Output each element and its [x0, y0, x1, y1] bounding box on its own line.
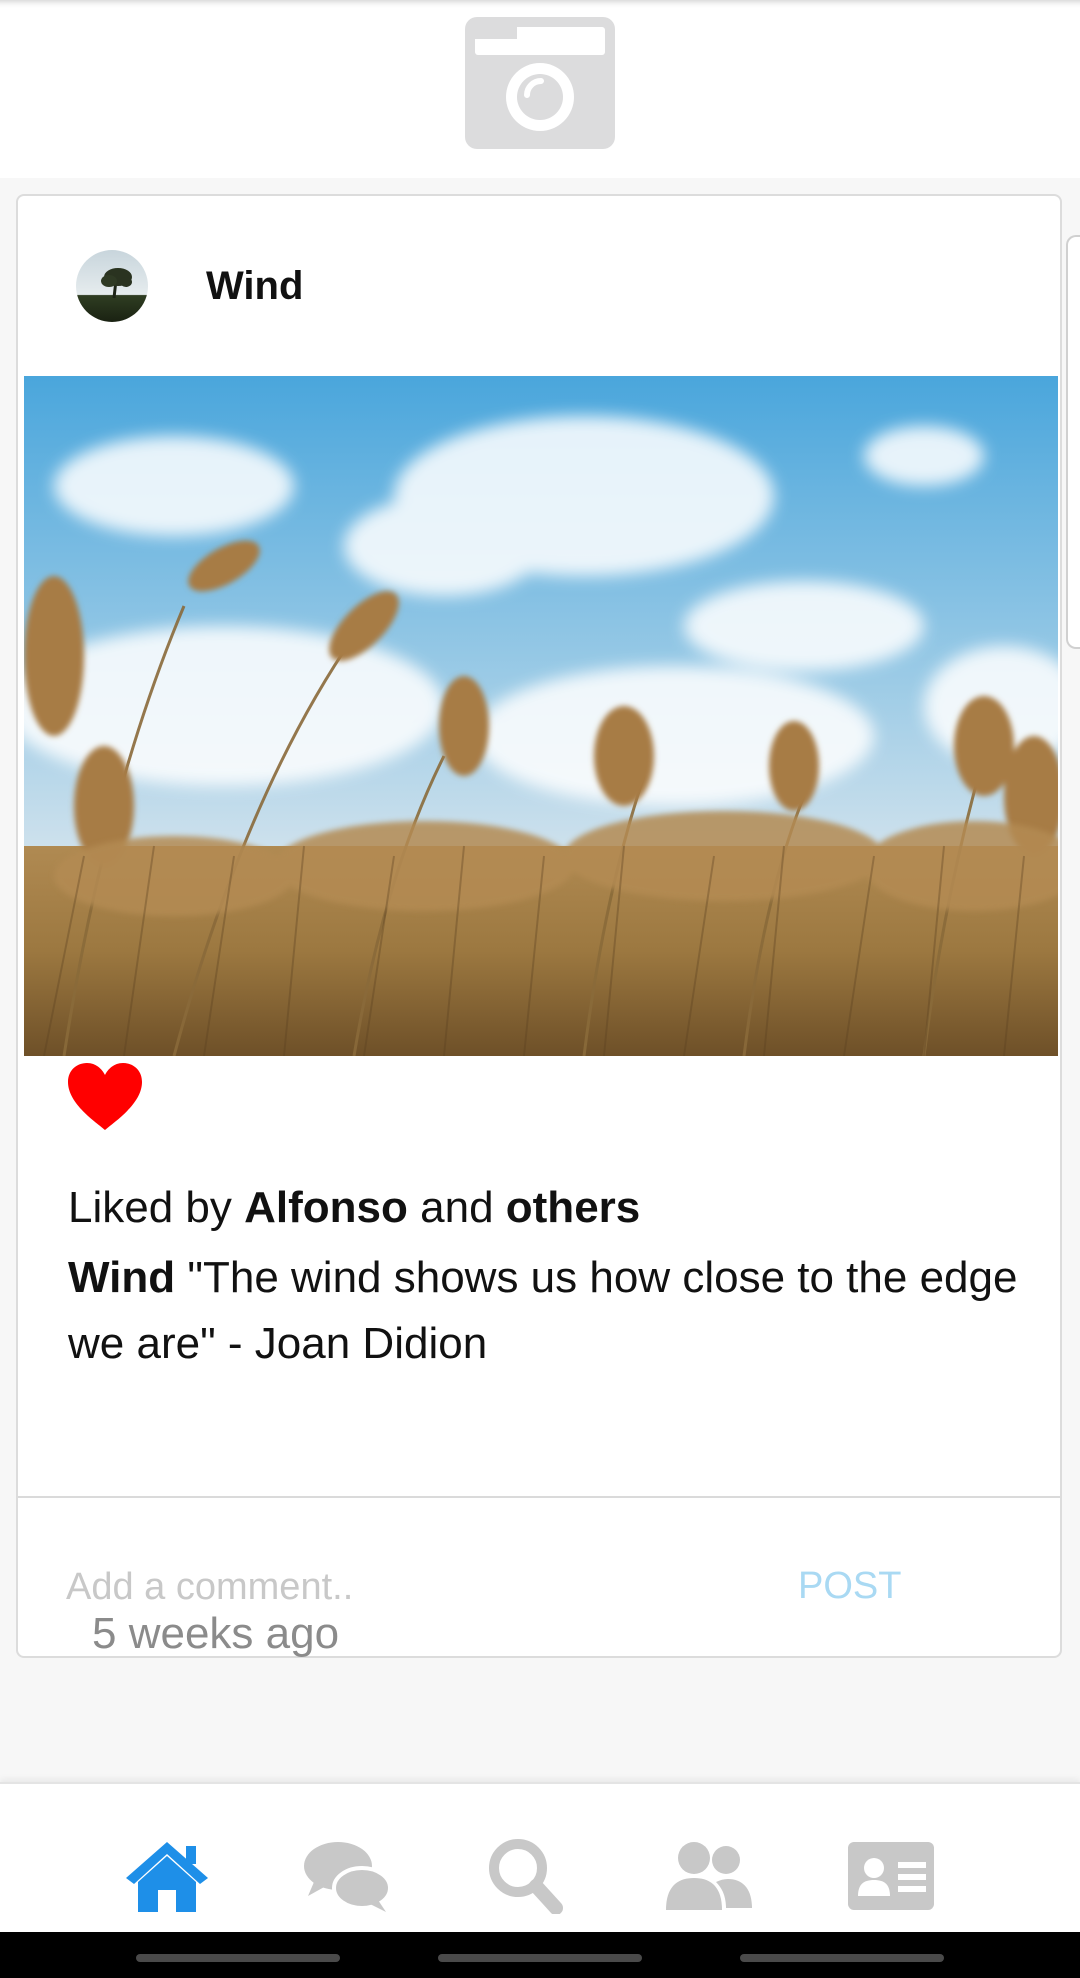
comment-divider	[18, 1496, 1060, 1498]
post-caption: Wind "The wind shows us how close to the…	[68, 1245, 1018, 1377]
caption-text: "The wind shows us how close to the edge…	[68, 1253, 1018, 1368]
post-image[interactable]	[24, 376, 1058, 1056]
liked-by-user[interactable]: Alfonso	[244, 1183, 408, 1232]
tree-avatar	[76, 250, 148, 322]
likes-summary: Liked by Alfonso and others	[68, 1178, 640, 1238]
home-icon[interactable]	[122, 1838, 212, 1914]
system-nav-handle-right[interactable]	[740, 1954, 944, 1962]
system-nav-handle-left[interactable]	[136, 1954, 340, 1962]
likes-and: and	[420, 1183, 494, 1232]
camera-icon[interactable]	[465, 17, 615, 149]
users-icon[interactable]	[664, 1838, 754, 1914]
wind-reeds-photo	[24, 376, 1058, 1056]
system-nav-handle-center[interactable]	[438, 1954, 642, 1962]
post-comment-button[interactable]: POST	[798, 1556, 901, 1616]
comment-input[interactable]	[66, 1552, 746, 1622]
liked-by-others[interactable]: others	[506, 1183, 640, 1232]
bottom-navigation	[0, 1782, 1080, 1934]
likes-prefix: Liked by	[68, 1183, 232, 1232]
side-tab[interactable]	[1066, 235, 1080, 649]
chat-icon[interactable]	[302, 1838, 392, 1914]
top-bar	[0, 0, 1080, 178]
author-name[interactable]: Wind	[206, 258, 303, 314]
post-card: Wind Liked by Alfonso and others Wind "T…	[16, 194, 1062, 1658]
heart-icon[interactable]	[66, 1062, 144, 1132]
system-navigation-bar	[0, 1932, 1080, 1978]
search-icon[interactable]	[482, 1838, 572, 1914]
profile-card-icon[interactable]	[846, 1838, 936, 1914]
author-avatar[interactable]	[76, 250, 148, 322]
caption-author[interactable]: Wind	[68, 1253, 175, 1302]
